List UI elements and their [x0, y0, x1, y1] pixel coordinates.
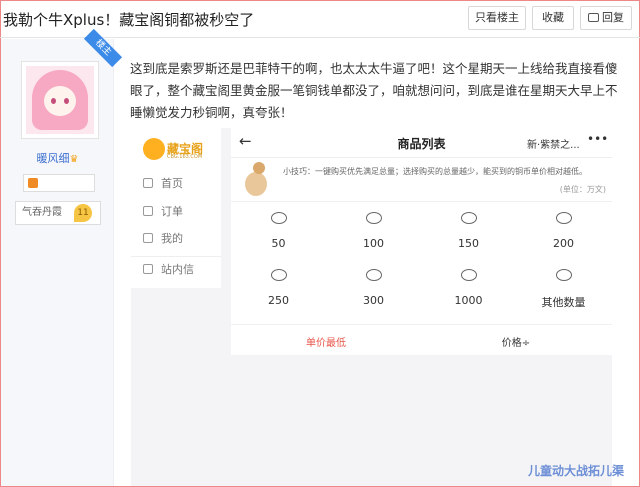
coin-bag-icon: [555, 269, 572, 281]
medal-icon: [28, 178, 38, 188]
level-label: 气吞丹霞: [22, 207, 62, 218]
coin-icon: [460, 212, 477, 224]
reply-button[interactable]: 回复: [580, 6, 632, 30]
amount-option[interactable]: 1000: [421, 265, 516, 315]
amount-option[interactable]: 300: [326, 265, 421, 315]
amount-option[interactable]: 100: [326, 208, 421, 258]
product-list-header: ← 商品列表 新·紫禁之... •••: [231, 128, 612, 158]
amount-option[interactable]: 50: [231, 208, 326, 258]
reply-label: 回复: [602, 11, 624, 24]
server-selector[interactable]: 新·紫禁之...: [527, 136, 580, 151]
user-icon: [143, 233, 153, 243]
nav-mine[interactable]: 我的: [143, 231, 183, 247]
nav-messages[interactable]: 站内信: [143, 262, 194, 278]
nav-home[interactable]: 首页: [143, 176, 183, 192]
coin-bag-icon: [365, 269, 382, 281]
crown-icon: ♛: [69, 154, 79, 165]
home-icon: [143, 178, 153, 188]
nav-orders[interactable]: 订单: [143, 204, 183, 220]
cbg-sidenav: 藏宝阁 CBG.163.COM 首页 订单 我的 站内信: [131, 128, 221, 288]
author-name[interactable]: 暖风细♛: [1, 150, 114, 166]
product-list-panel: ← 商品列表 新·紫禁之... ••• 小技巧：一键购买优先满足总量；选择购买的…: [231, 128, 612, 355]
logo-sub: CBG.163.COM: [167, 154, 203, 160]
medal-badge: [23, 174, 95, 192]
comment-icon: [588, 13, 599, 22]
bird-mascot-icon: [237, 162, 273, 202]
author-sidebar: 楼主 暖风细♛ 气吞丹霞 11: [1, 28, 123, 486]
favorite-button[interactable]: 收藏: [532, 6, 574, 30]
cbg-logo: 藏宝阁 CBG.163.COM: [143, 138, 213, 162]
amount-option[interactable]: 250: [231, 265, 326, 315]
amount-option[interactable]: 200: [516, 208, 611, 258]
embedded-screenshot: 藏宝阁 CBG.163.COM 首页 订单 我的 站内信 ← 商品列表 新·紫禁…: [131, 128, 612, 486]
nav-divider: [131, 256, 221, 257]
coin-bag-icon: [555, 212, 572, 224]
sort-price[interactable]: 价格÷: [421, 334, 611, 349]
more-icon[interactable]: •••: [587, 132, 608, 146]
unit-label: (单位：万文): [559, 185, 606, 194]
post-content: 这到底是索罗斯还是巴菲特干的啊，也太太太牛逼了吧！这个星期天一上线给我直接看傻眼…: [130, 61, 618, 120]
sort-bar: 单价最低 价格÷: [231, 324, 612, 355]
level-badge: 气吞丹霞 11: [15, 201, 101, 225]
mail-icon: [143, 264, 153, 274]
watermark: 儿童动大战拓儿渠: [528, 464, 625, 478]
coin-bag-icon: [270, 269, 287, 281]
tip-row: 小技巧：一键购买优先满足总量；选择购买的总量越少，能买到的铜币单价相对越低。 (…: [231, 158, 612, 202]
thread-title: 我勒个牛Xplus！藏宝阁铜都被秒空了: [3, 11, 255, 29]
coin-icon: [365, 212, 382, 224]
amount-option[interactable]: 其他数量: [516, 265, 611, 315]
only-op-button[interactable]: 只看楼主: [468, 6, 526, 30]
level-number: 11: [74, 204, 92, 222]
coin-icon: [270, 212, 287, 224]
avatar-image: [26, 66, 94, 134]
amount-option[interactable]: 150: [421, 208, 516, 258]
logo-icon: [143, 138, 165, 160]
coin-bag-icon: [460, 269, 477, 281]
avatar[interactable]: [21, 61, 99, 139]
tip-text: 小技巧：一键购买优先满足总量；选择购买的总量越少，能买到的铜币单价相对越低。: [283, 167, 587, 176]
orders-icon: [143, 206, 153, 216]
sort-lowest-unit[interactable]: 单价最低: [231, 334, 421, 349]
author-name-text: 暖风细: [36, 152, 70, 165]
amount-grid: 50 100 150 200 250 300 1000 其他数量: [231, 208, 612, 320]
